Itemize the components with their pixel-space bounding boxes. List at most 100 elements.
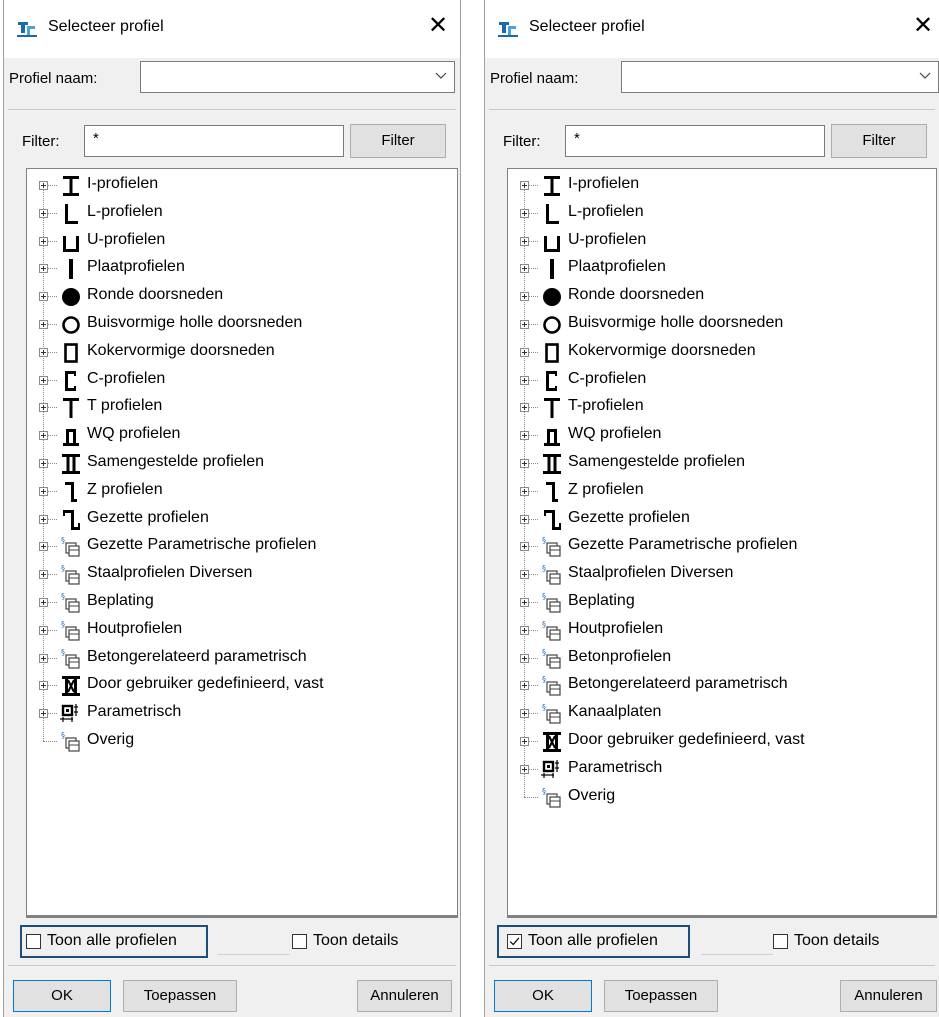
expand-plus-icon[interactable] (39, 598, 48, 607)
filter-button[interactable]: Filter (350, 124, 446, 158)
tree-branch-line (529, 379, 538, 381)
i-beam-icon (544, 176, 560, 196)
expand-plus-icon[interactable] (39, 403, 48, 413)
expand-plus-icon[interactable] (39, 431, 48, 441)
expand-plus-icon[interactable] (39, 181, 48, 190)
apply-button[interactable]: Toepassen (123, 980, 237, 1012)
tree-branch-line (529, 490, 538, 492)
tree-item-label: Overig (568, 786, 616, 804)
expand-plus-icon[interactable] (39, 570, 48, 580)
tree-branch-line (48, 212, 57, 214)
c-channel-icon (546, 370, 557, 391)
expand-plus-icon[interactable] (520, 347, 529, 357)
tree-branch-line (529, 185, 538, 186)
apply-button[interactable]: Toepassen (604, 980, 718, 1012)
show-details-label: Toon details (313, 932, 399, 949)
expand-plus-icon[interactable] (520, 208, 529, 218)
parametric-library-icon: § (61, 536, 80, 557)
tree-branch-line (529, 435, 538, 437)
tree-item-label: Plaatprofielen (87, 258, 185, 276)
show-details-checkbox[interactable] (773, 934, 788, 949)
filter-label: Filter: (22, 133, 60, 150)
tree-item-label: Houtprofielen (87, 619, 183, 637)
expand-plus-icon[interactable] (39, 681, 48, 691)
expand-plus-icon[interactable] (520, 542, 529, 552)
expand-plus-icon[interactable] (39, 653, 48, 663)
expand-plus-icon[interactable] (39, 709, 48, 719)
tree-item-label: Gezette Parametrische profielen (568, 536, 798, 554)
expand-plus-icon[interactable] (520, 737, 529, 746)
user-defined-icon (62, 676, 80, 697)
tree-item-label: I-profielen (568, 175, 640, 192)
expand-plus-icon[interactable] (520, 264, 529, 274)
profile-tree[interactable]: I-profielen L-profielen U-profielen Plaatpr… (507, 168, 937, 918)
tree-branch-line (529, 518, 538, 520)
expand-plus-icon[interactable] (39, 292, 48, 302)
expand-plus-icon[interactable] (520, 764, 529, 774)
expand-plus-icon[interactable] (520, 236, 529, 246)
expand-plus-icon[interactable] (520, 292, 529, 302)
expand-plus-icon[interactable] (39, 208, 48, 218)
expand-plus-icon[interactable] (520, 181, 529, 190)
expand-plus-icon[interactable] (520, 431, 529, 441)
expand-plus-icon[interactable] (520, 598, 529, 607)
tree-item-label: Parametrisch (568, 758, 663, 776)
expand-plus-icon[interactable] (520, 459, 529, 468)
expand-plus-icon[interactable] (520, 570, 529, 580)
expand-plus-icon[interactable] (39, 459, 48, 468)
parametric-library-icon: § (542, 703, 561, 724)
tree-item-label: Z profielen (87, 480, 163, 498)
title-bar: Selecteer profiel ✕ (485, 0, 939, 58)
ok-button[interactable]: OK (494, 980, 592, 1012)
expand-plus-icon[interactable] (520, 625, 529, 635)
expand-plus-icon[interactable] (39, 347, 48, 357)
cancel-button[interactable]: Annuleren (840, 980, 937, 1012)
tree-branch-line (48, 657, 57, 659)
show-all-checkbox[interactable] (26, 934, 41, 949)
chevron-down-icon[interactable] (434, 68, 448, 82)
expand-plus-icon[interactable] (520, 320, 529, 329)
profile-name-label: Profiel naam: (490, 70, 579, 87)
t-section-icon (544, 398, 560, 419)
show-all-checkbox[interactable] (507, 934, 522, 949)
tree-branch-line (48, 435, 57, 437)
compound-icon (543, 454, 561, 474)
profile-tree[interactable]: I-profielen L-profielen U-profielen Plaatpr… (26, 168, 458, 918)
expand-plus-icon[interactable] (39, 486, 48, 496)
expand-plus-icon[interactable] (39, 320, 48, 329)
expand-plus-icon[interactable] (39, 625, 48, 635)
svg-text:§: § (542, 787, 546, 796)
cancel-button[interactable]: Annuleren (357, 980, 452, 1012)
tree-branch-line (48, 463, 57, 464)
expand-plus-icon[interactable] (39, 264, 48, 274)
expand-plus-icon[interactable] (520, 403, 529, 413)
close-icon[interactable]: ✕ (911, 14, 935, 38)
expand-plus-icon[interactable] (520, 514, 529, 524)
c-channel-icon (65, 370, 76, 391)
profile-name-combobox[interactable] (621, 61, 939, 93)
filter-input[interactable]: * (84, 125, 344, 157)
tree-branch-line (529, 768, 538, 770)
filter-button[interactable]: Filter (831, 124, 927, 158)
chevron-down-icon[interactable] (918, 68, 932, 82)
profile-name-combobox[interactable] (140, 61, 455, 93)
tree-item-label: Gezette profielen (87, 508, 209, 526)
tree-item-label: Houtprofielen (568, 619, 664, 637)
show-details-checkbox[interactable] (292, 934, 307, 949)
tree-item-label: Plaatprofielen (568, 258, 666, 276)
close-icon[interactable]: ✕ (426, 14, 450, 38)
ok-button[interactable]: OK (13, 980, 111, 1012)
separator-line (218, 954, 290, 955)
expand-plus-icon[interactable] (520, 653, 529, 663)
filter-input[interactable]: * (565, 125, 825, 157)
expand-plus-icon[interactable] (520, 681, 529, 691)
expand-plus-icon[interactable] (39, 542, 48, 552)
parametric-library-icon: § (542, 564, 561, 585)
expand-plus-icon[interactable] (520, 375, 529, 385)
expand-plus-icon[interactable] (520, 709, 529, 719)
expand-plus-icon[interactable] (39, 514, 48, 524)
expand-plus-icon[interactable] (520, 486, 529, 496)
expand-plus-icon[interactable] (39, 375, 48, 385)
expand-plus-icon[interactable] (39, 236, 48, 246)
svg-text:§: § (542, 620, 546, 629)
